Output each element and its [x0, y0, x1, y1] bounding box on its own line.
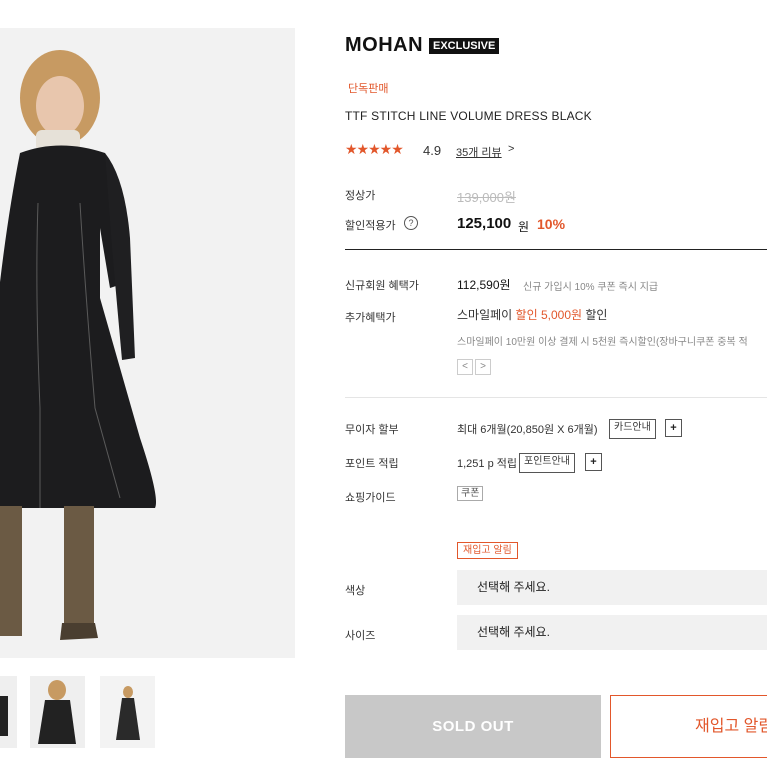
points-value: 1,251 p 적립	[457, 458, 517, 470]
smilepay-discount: 할인 5,000원	[515, 308, 583, 322]
discount-rate: 10%	[537, 216, 566, 232]
product-name: TTF STITCH LINE VOLUME DRESS BLACK	[345, 109, 592, 123]
star-icon: ★★★★★	[345, 141, 404, 157]
smilepay-benefit: 스마일페이 할인 5,000원 할인	[457, 306, 607, 323]
breadcrumb: ▫ ▫ ▫	[0, 0, 61, 4]
plus-icon[interactable]: +	[585, 453, 602, 471]
smilepay-note: 스마일페이 10만원 이상 결제 시 5천원 즉시할인(장바구니쿠폰 중복 적	[457, 337, 748, 348]
discount-price: 125,100	[457, 215, 512, 232]
new-member-note: 신규 가입시 10% 쿠폰 즉시 지급	[523, 282, 659, 293]
restock-notify-button[interactable]: 재입고 알림	[610, 695, 767, 758]
sold-out-button: SOLD OUT	[345, 695, 601, 758]
new-member-label: 신규회원 혜택가	[345, 280, 419, 292]
points-label: 포인트 적립	[345, 458, 399, 470]
restock-alert-chip[interactable]: 재입고 알림	[457, 542, 518, 559]
chevron-right-icon[interactable]: >	[475, 359, 491, 375]
points-guide-button[interactable]: 포인트안내	[519, 453, 575, 473]
divider	[345, 397, 767, 398]
help-icon[interactable]: ?	[404, 216, 418, 230]
product-thumbnail[interactable]	[100, 676, 155, 748]
card-guide-button[interactable]: 카드안내	[609, 419, 656, 439]
smilepay-prefix: 스마일페이	[457, 308, 516, 322]
plus-icon[interactable]: +	[665, 419, 682, 437]
shopping-guide-label: 쇼핑가이드	[345, 492, 396, 504]
chevron-left-icon[interactable]: <	[457, 359, 473, 375]
product-thumbnail[interactable]	[30, 676, 85, 748]
color-label: 색상	[345, 585, 366, 597]
chevron-right-icon[interactable]: >	[508, 143, 514, 155]
discount-price-unit: 원	[518, 220, 530, 234]
divider	[345, 249, 767, 250]
smilepay-suffix: 할인	[582, 308, 608, 322]
reviews-link[interactable]: 35개 리뷰	[456, 144, 502, 160]
new-member-price: 112,590원	[457, 278, 511, 292]
regular-price: 139,000원	[457, 190, 516, 205]
color-select[interactable]: 선택해 주세요.	[457, 570, 767, 605]
product-thumbnail[interactable]	[0, 676, 17, 748]
exclusive-badge: EXCLUSIVE	[429, 38, 500, 54]
coupon-chip[interactable]: 쿠폰	[457, 486, 484, 501]
size-select[interactable]: 선택해 주세요.	[457, 615, 767, 650]
discount-price-label: 할인적용가	[345, 220, 396, 232]
product-main-image[interactable]	[0, 28, 295, 658]
installment-label: 무이자 할부	[345, 424, 399, 436]
rating-value: 4.9	[423, 143, 442, 158]
exclusive-sale-label: 단독판매	[348, 83, 389, 95]
extra-benefit-label: 추가혜택가	[345, 312, 396, 324]
installment-value: 최대 6개월(20,850원 X 6개월)	[457, 424, 598, 436]
size-label: 사이즈	[345, 630, 376, 642]
brand-name[interactable]: MOHAN	[345, 34, 423, 57]
regular-price-label: 정상가	[345, 190, 376, 202]
